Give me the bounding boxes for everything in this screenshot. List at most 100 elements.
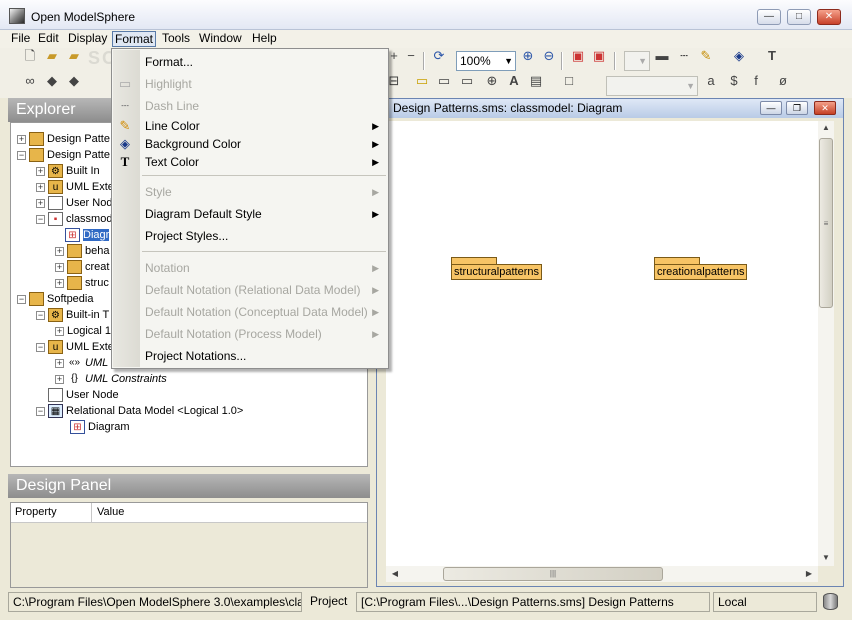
menu-window[interactable]: Window: [197, 31, 244, 47]
expand-icon[interactable]: +: [55, 278, 64, 288]
collapse-icon[interactable]: −: [36, 406, 45, 416]
collapse-icon[interactable]: −: [17, 150, 26, 160]
tree-item[interactable]: + struc: [55, 275, 109, 291]
property-column[interactable]: Property: [15, 506, 57, 518]
zoom-in-icon[interactable]: ⊕: [520, 48, 536, 64]
expand-icon[interactable]: +: [55, 246, 64, 256]
tree-item[interactable]: − ⚙ Built-in T: [36, 307, 109, 323]
menu-item-project-notations[interactable]: Project Notations...: [112, 346, 388, 366]
tree-item[interactable]: − Design Patte: [17, 147, 110, 163]
horizontal-scrollbar[interactable]: ◀ ||| ▶: [386, 566, 818, 582]
dash-line-icon[interactable]: ┄: [676, 48, 692, 64]
fill-color-icon[interactable]: ◈: [731, 48, 747, 64]
scroll-down-icon[interactable]: ▼: [819, 553, 833, 562]
menu-item-notation[interactable]: Notation ▶: [112, 258, 388, 278]
frame-icon[interactable]: ▭: [459, 73, 475, 89]
expand-icon[interactable]: +: [55, 358, 64, 368]
menu-item-default-notation-conceptual[interactable]: Default Notation (Conceptual Data Model)…: [112, 302, 388, 322]
collapse-icon[interactable]: −: [36, 310, 45, 320]
menu-file[interactable]: File: [9, 31, 32, 47]
menu-item-highlight[interactable]: ▭ Highlight: [112, 74, 388, 94]
menu-item-project-styles[interactable]: Project Styles...: [112, 226, 388, 246]
package-creationalpatterns[interactable]: creationalpatterns: [654, 264, 748, 280]
tree-item[interactable]: User Node: [48, 387, 119, 403]
diagram-minimize-button[interactable]: —: [760, 101, 782, 115]
scroll-right-icon[interactable]: ▶: [802, 569, 816, 578]
collapse-icon[interactable]: −: [17, 294, 26, 304]
menu-item-style[interactable]: Style ▶: [112, 182, 388, 202]
tree-item[interactable]: + creat: [55, 259, 109, 275]
minimize-button[interactable]: —: [757, 9, 781, 25]
close-button[interactable]: ✕: [817, 9, 841, 25]
text-icon[interactable]: A: [506, 73, 522, 89]
menu-item-default-notation-process[interactable]: Default Notation (Process Model) ▶: [112, 324, 388, 344]
tree-item[interactable]: + Logical 1: [55, 323, 111, 339]
vertical-scrollbar[interactable]: ▲ ≡ ▼: [818, 121, 834, 566]
diagram-canvas[interactable]: structuralpatterns creationalpatterns: [386, 121, 818, 566]
stamp-icon[interactable]: ⊕: [484, 73, 500, 89]
tree-item[interactable]: + beha: [55, 243, 109, 259]
stack-icon[interactable]: ▤: [528, 73, 544, 89]
expand-icon[interactable]: +: [55, 326, 64, 336]
new-file-icon[interactable]: 🗋: [22, 48, 38, 64]
menu-item-format[interactable]: Format...: [112, 52, 388, 72]
page-icon[interactable]: ▣: [570, 48, 586, 64]
tree-item[interactable]: − Softpedia: [17, 291, 93, 307]
note-icon[interactable]: ▭: [414, 73, 430, 89]
value-column[interactable]: Value: [97, 506, 124, 518]
scroll-left-icon[interactable]: ◀: [388, 569, 402, 578]
zoom-out-icon[interactable]: ⊖: [541, 48, 557, 64]
collapse-icon[interactable]: −: [36, 214, 45, 224]
tree-item-diagram[interactable]: ⊞ Diagr: [65, 227, 110, 243]
expand-icon[interactable]: +: [17, 134, 26, 144]
rectangle-icon[interactable]: □: [561, 73, 577, 89]
tree-item[interactable]: − u UML Exte: [36, 339, 114, 355]
tree-item[interactable]: + u UML Exte: [36, 179, 114, 195]
line-style-combo[interactable]: ▼: [624, 51, 650, 71]
diagram-restore-button[interactable]: ❐: [786, 101, 808, 115]
line-color-icon[interactable]: ✎: [698, 48, 714, 64]
menu-item-default-notation-relational[interactable]: Default Notation (Relational Data Model)…: [112, 280, 388, 300]
vertical-scroll-thumb[interactable]: ≡: [819, 138, 833, 308]
open-folder-icon[interactable]: ▰: [44, 48, 60, 64]
menu-edit[interactable]: Edit: [36, 31, 61, 47]
expand-icon[interactable]: +: [36, 198, 45, 208]
menu-item-text-color[interactable]: T Text Color ▶: [112, 152, 388, 172]
cubes-icon[interactable]: ◆: [66, 73, 82, 89]
collapse-icon[interactable]: −: [36, 342, 45, 352]
diagram-close-button[interactable]: ✕: [814, 101, 836, 115]
tree-item[interactable]: + Design Patte: [17, 131, 110, 147]
font-combo[interactable]: ▼: [606, 76, 698, 96]
empty-set-button[interactable]: ø: [775, 73, 791, 89]
multi-page-icon[interactable]: ▣: [591, 48, 607, 64]
tree-item[interactable]: + «» UML: [55, 355, 108, 371]
tree-item-diagram[interactable]: ⊞ Diagram: [70, 419, 130, 435]
menu-item-line-color[interactable]: ✎ Line Color ▶: [112, 116, 388, 136]
line-weight-icon[interactable]: ▬: [654, 48, 670, 64]
menu-tools[interactable]: Tools: [160, 31, 192, 47]
cube-icon[interactable]: ◆: [44, 73, 60, 89]
currency-button[interactable]: $: [726, 73, 742, 89]
function-button[interactable]: f: [748, 73, 764, 89]
zoom-combo[interactable]: 100% ▼: [456, 51, 516, 71]
menu-help[interactable]: Help: [250, 31, 279, 47]
expand-icon[interactable]: +: [55, 262, 64, 272]
tree-item[interactable]: − ▪ classmod: [36, 211, 112, 227]
tree-item[interactable]: − ▦ Relational Data Model <Logical 1.0>: [36, 403, 243, 419]
text-color-icon[interactable]: T: [764, 48, 780, 64]
menu-item-diagram-default-style[interactable]: Diagram Default Style ▶: [112, 204, 388, 224]
tree-item[interactable]: + ⚙ Built In: [36, 163, 100, 179]
expand-icon[interactable]: +: [55, 374, 64, 384]
expand-icon[interactable]: +: [36, 166, 45, 176]
maximize-button[interactable]: □: [787, 9, 811, 25]
menu-display[interactable]: Display: [66, 31, 109, 47]
open-project-icon[interactable]: ▰: [66, 48, 82, 64]
menu-item-background-color[interactable]: ◈ Background Color ▶: [112, 134, 388, 154]
link-icon[interactable]: ∞: [22, 73, 38, 89]
image-icon[interactable]: ▭: [436, 73, 452, 89]
menu-item-dash-line[interactable]: ┄ Dash Line: [112, 96, 388, 116]
refresh-icon[interactable]: ⟳: [431, 48, 447, 64]
scroll-up-icon[interactable]: ▲: [819, 123, 833, 132]
expand-icon[interactable]: +: [36, 182, 45, 192]
package-structuralpatterns[interactable]: structuralpatterns: [451, 264, 542, 280]
